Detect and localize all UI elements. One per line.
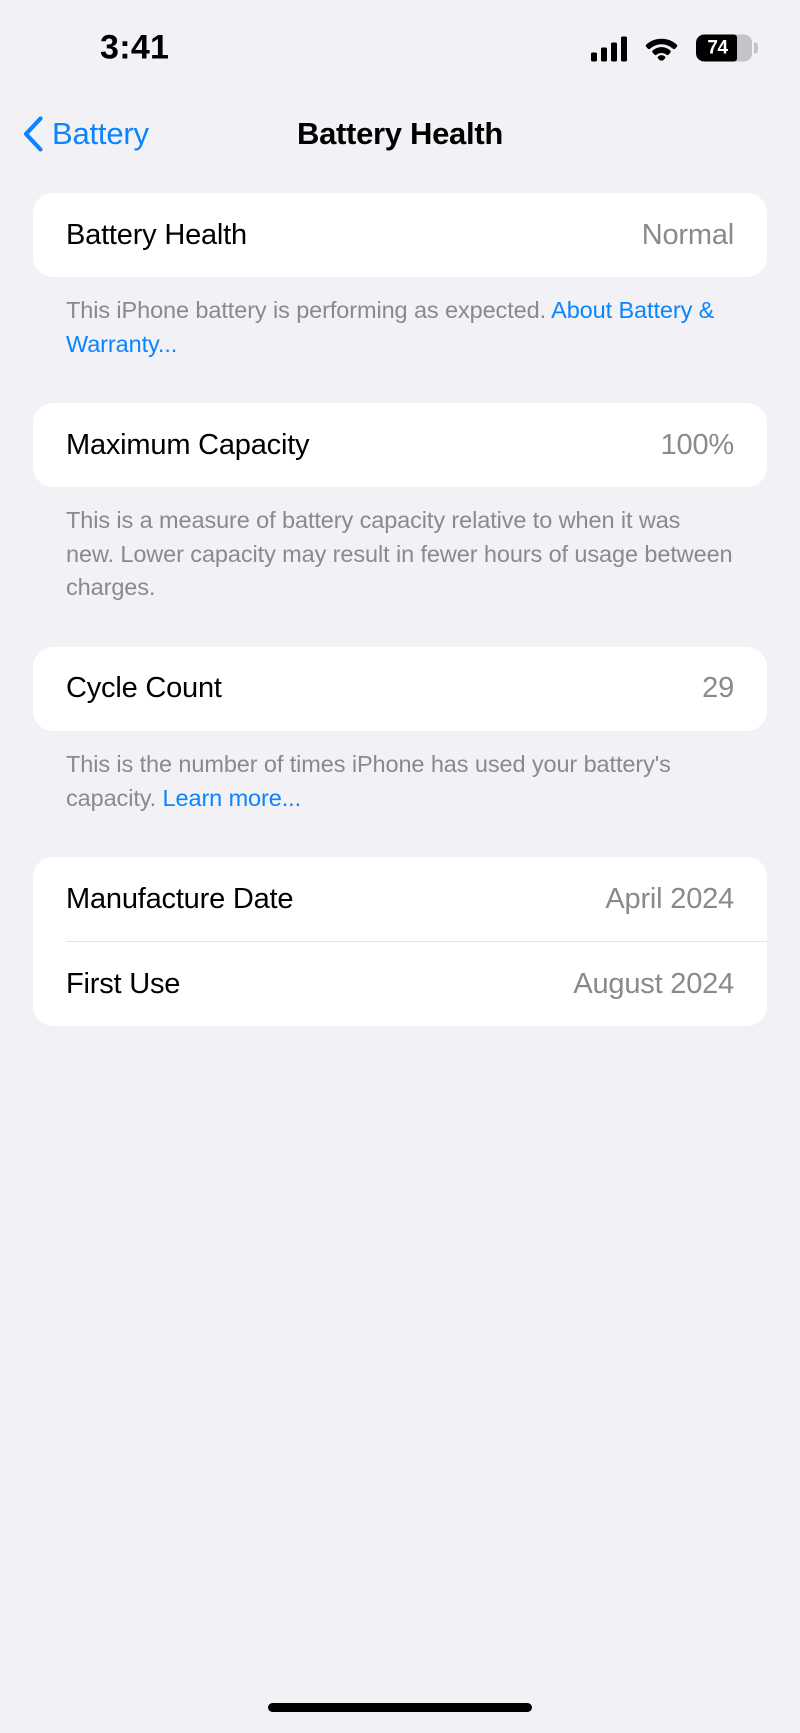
home-indicator[interactable]: [268, 1702, 532, 1712]
section-battery-health: Battery Health Normal: [33, 193, 767, 277]
footnote-battery-health: This iPhone battery is performing as exp…: [33, 277, 767, 361]
row-label: Maximum Capacity: [66, 428, 310, 461]
status-bar: 3:41 74: [0, 0, 800, 96]
battery-body: 74: [695, 34, 752, 62]
battery-percent-label: 74: [707, 37, 728, 58]
row-value: April 2024: [605, 882, 734, 915]
row-first-use[interactable]: First Use August 2024: [33, 942, 767, 1026]
status-bar-indicators: 74: [590, 34, 758, 62]
row-label: First Use: [66, 967, 181, 1000]
settings-list: Battery Health Normal This iPhone batter…: [0, 172, 800, 1681]
row-manufacture-date[interactable]: Manufacture Date April 2024: [33, 857, 767, 941]
row-cycle-count[interactable]: Cycle Count 29: [33, 647, 767, 731]
footnote-text: This is the number of times iPhone has u…: [66, 750, 671, 811]
footnote-text: This iPhone battery is performing as exp…: [66, 297, 552, 323]
row-value: Normal: [641, 218, 734, 251]
row-value: 29: [702, 672, 734, 705]
learn-more-link[interactable]: Learn more...: [163, 785, 302, 811]
battery-health-screen: 3:41 74 Battery Battery Health Battery H…: [0, 0, 800, 1733]
home-indicator-area: [0, 1681, 800, 1733]
row-maximum-capacity[interactable]: Maximum Capacity 100%: [33, 403, 767, 487]
row-label: Cycle Count: [66, 672, 222, 705]
top-spacer: [33, 172, 767, 193]
footnote-text: This is a measure of battery capacity re…: [66, 507, 733, 601]
section-dates: Manufacture Date April 2024 First Use Au…: [33, 857, 767, 1027]
row-value: 100%: [660, 428, 735, 461]
wifi-icon: [645, 36, 678, 61]
cellular-bars-icon: [590, 35, 627, 61]
footnote-cycle-count: This is the number of times iPhone has u…: [33, 731, 767, 815]
page-title: Battery Health: [297, 116, 503, 151]
battery-icon: 74: [695, 34, 758, 62]
battery-cap: [754, 42, 758, 54]
section-maximum-capacity: Maximum Capacity 100%: [33, 403, 767, 488]
status-bar-time: 3:41: [100, 28, 170, 67]
row-label: Manufacture Date: [66, 882, 294, 915]
navigation-bar: Battery Battery Health: [0, 96, 800, 172]
footnote-maximum-capacity: This is a measure of battery capacity re…: [33, 487, 767, 605]
row-value: August 2024: [573, 967, 734, 1000]
section-cycle-count: Cycle Count 29: [33, 646, 767, 731]
row-label: Battery Health: [66, 218, 247, 251]
row-battery-health[interactable]: Battery Health Normal: [33, 193, 767, 277]
